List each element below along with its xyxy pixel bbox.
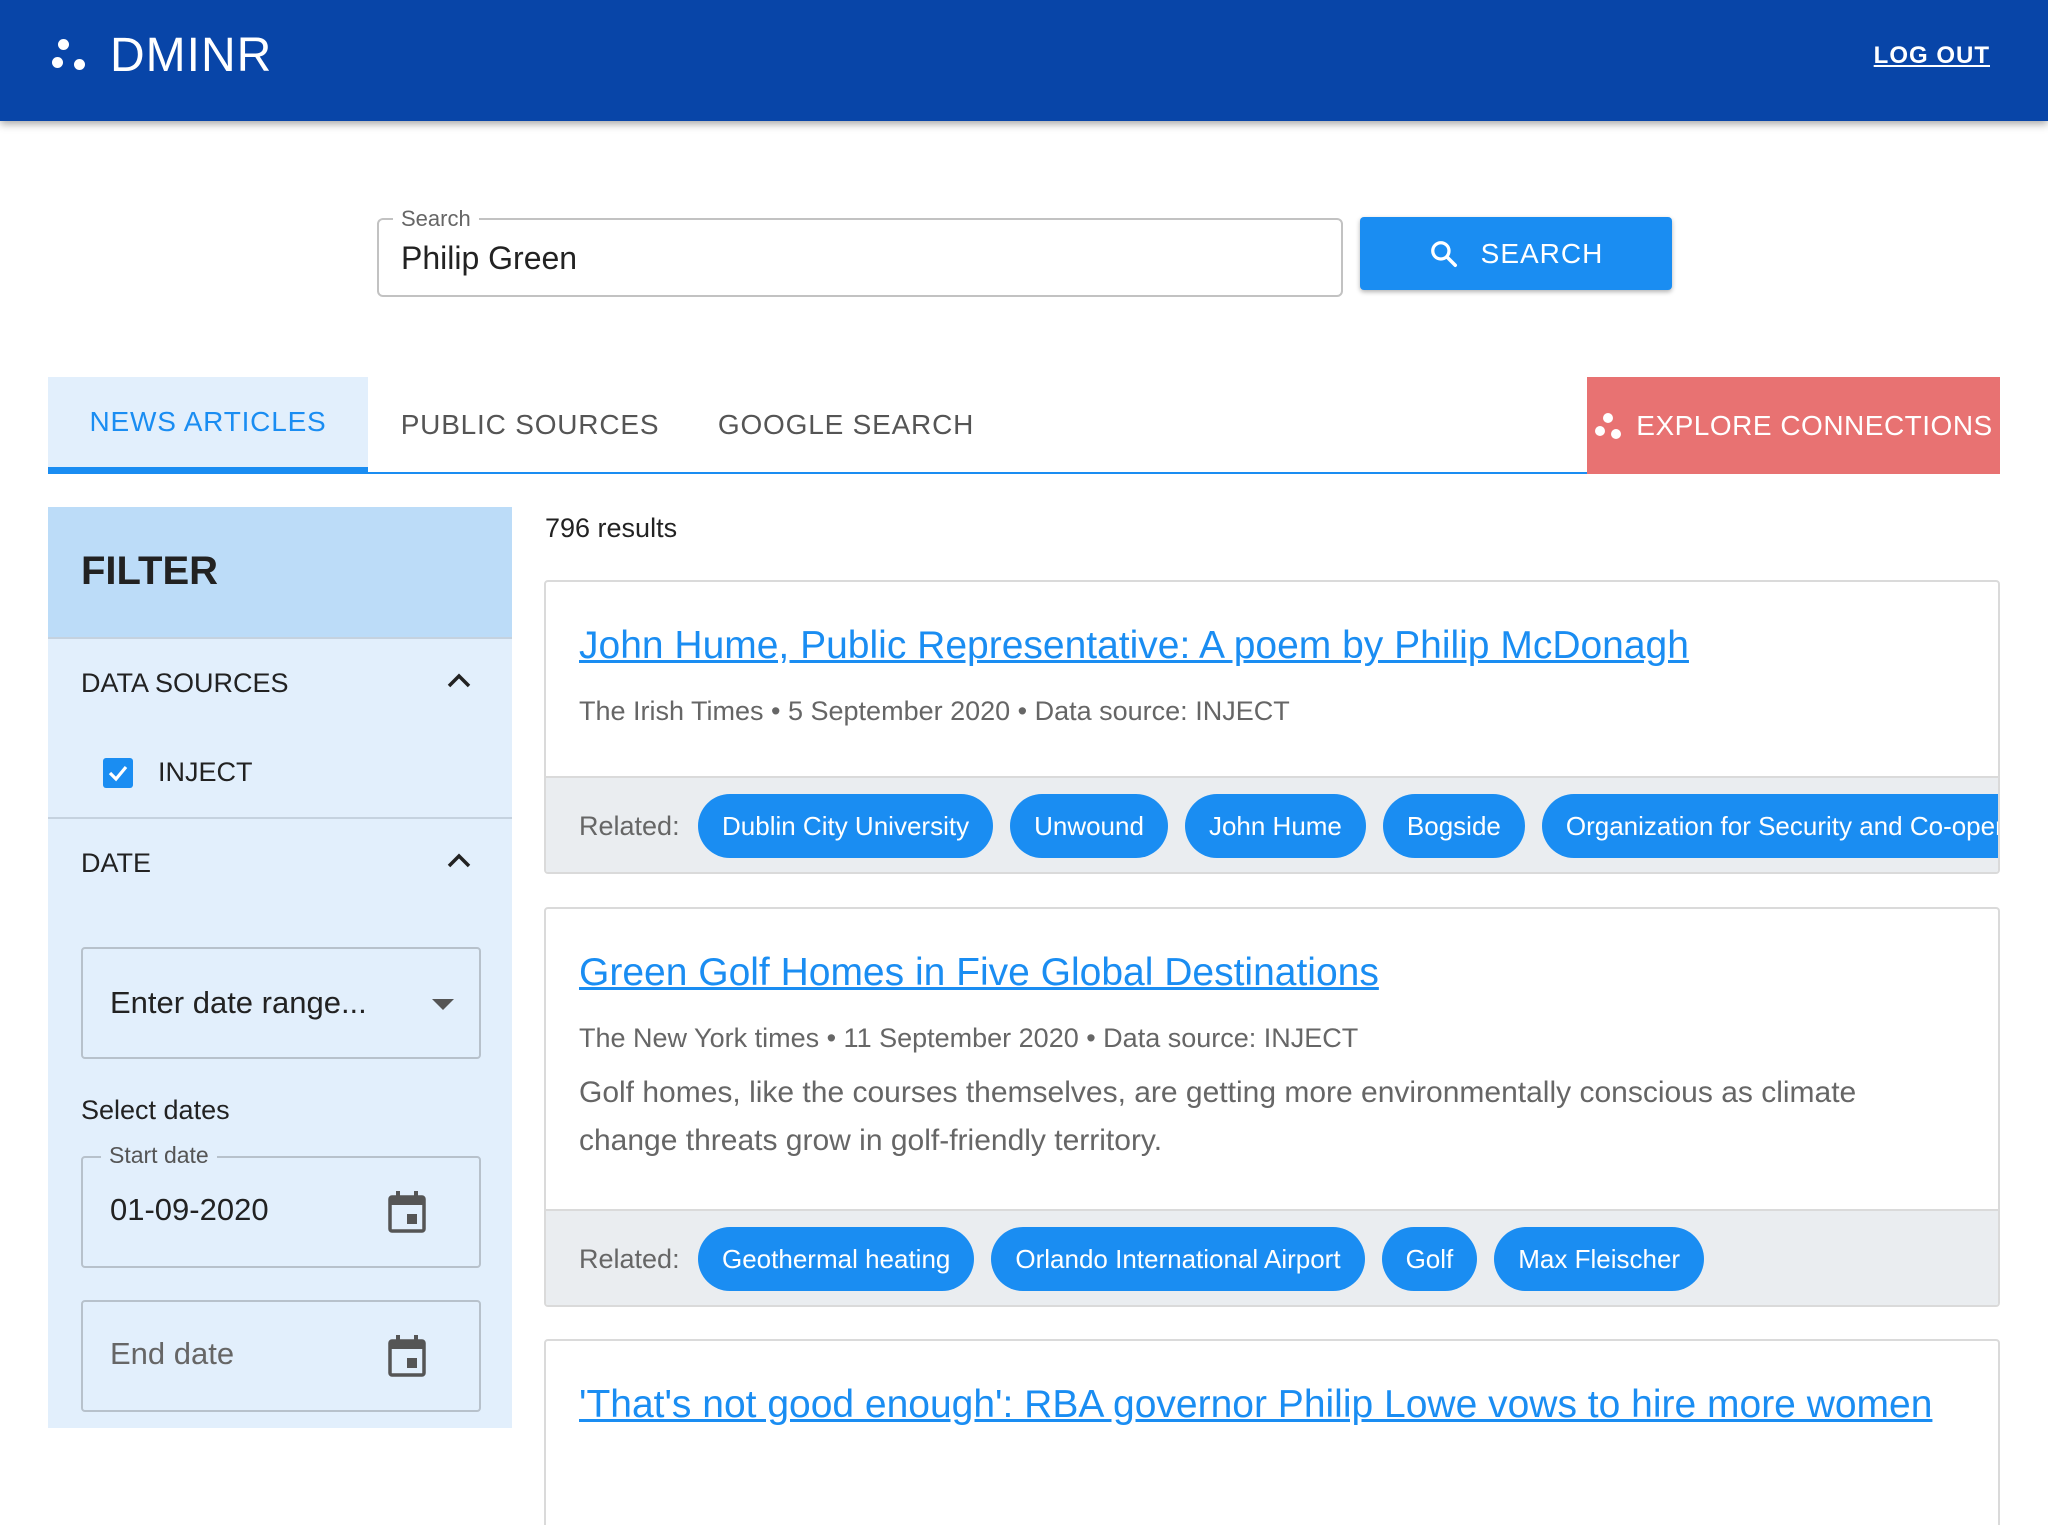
related-bar: Related: Dublin City University Unwound … xyxy=(546,776,1998,872)
result-count: 796 results xyxy=(545,513,678,543)
search-icon xyxy=(1430,240,1457,267)
article-description: Golf homes, like the courses themselves,… xyxy=(579,1076,1857,1157)
start-date-legend: Start date xyxy=(101,1142,217,1169)
data-sources-label: DATA SOURCES xyxy=(81,667,289,698)
app-header: DMINR LOG OUT xyxy=(0,0,2048,121)
end-date-field[interactable]: End date xyxy=(81,1300,481,1412)
calendar-icon[interactable] xyxy=(387,1334,427,1378)
related-chip[interactable]: Max Fleischer xyxy=(1494,1227,1705,1291)
filter-panel: FILTER DATA SOURCES INJECT DATE Enter da… xyxy=(48,507,512,1428)
article-title-link[interactable]: John Hume, Public Representative: A poem… xyxy=(579,614,1689,678)
search-button-label: SEARCH xyxy=(1480,237,1604,269)
article-card: John Hume, Public Representative: A poem… xyxy=(544,580,2000,874)
related-chips: Dublin City University Unwound John Hume… xyxy=(698,794,1998,858)
source-tabs: NEWS ARTICLES PUBLIC SOURCES GOOGLE SEAR… xyxy=(48,377,2000,474)
related-chip[interactable]: Bogside xyxy=(1382,794,1525,858)
article-card: Green Golf Homes in Five Global Destinat… xyxy=(544,907,2000,1307)
dots-logo-icon xyxy=(1594,411,1622,441)
filter-title: FILTER xyxy=(48,507,512,637)
start-date-value: 01-09-2020 xyxy=(110,1192,269,1227)
check-icon xyxy=(108,765,128,781)
related-chip[interactable]: Orlando International Airport xyxy=(991,1227,1365,1291)
article-card: 'That's not good enough': RBA governor P… xyxy=(544,1339,2000,1525)
explore-connections-button[interactable]: EXPLORE CONNECTIONS xyxy=(1587,377,2000,474)
article-title-link[interactable]: Green Golf Homes in Five Global Destinat… xyxy=(579,941,1379,1005)
explore-connections-label: EXPLORE CONNECTIONS xyxy=(1636,409,1993,441)
caret-down-icon xyxy=(432,999,454,1010)
end-date-placeholder: End date xyxy=(110,1336,235,1371)
article-title-link[interactable]: 'That's not good enough': RBA governor P… xyxy=(579,1373,1939,1437)
inject-checkbox[interactable] xyxy=(103,757,133,788)
chevron-up-icon xyxy=(447,853,471,868)
calendar-icon[interactable] xyxy=(387,1190,427,1234)
start-date-field[interactable]: Start date 01-09-2020 xyxy=(81,1142,481,1268)
select-dates-label: Select dates xyxy=(81,1095,230,1125)
related-label: Related: xyxy=(579,811,680,841)
date-section-toggle[interactable]: DATE xyxy=(48,817,512,907)
date-label: DATE xyxy=(81,847,152,878)
article-meta: The New York times • 11 September 2020 •… xyxy=(579,1023,1359,1053)
brand[interactable]: DMINR xyxy=(52,28,272,83)
related-chip[interactable]: Organization for Security and Co-operati… xyxy=(1541,794,1998,858)
app-title: DMINR xyxy=(110,29,273,82)
related-bar: Related: Geothermal heating Orlando Inte… xyxy=(546,1209,1998,1305)
data-sources-section-toggle[interactable]: DATA SOURCES xyxy=(48,637,512,727)
search-legend: Search xyxy=(393,206,479,232)
related-chip[interactable]: Geothermal heating xyxy=(698,1227,975,1291)
inject-label: INJECT xyxy=(158,757,253,787)
related-chips: Geothermal heating Orlando International… xyxy=(698,1227,1721,1291)
date-range-placeholder: Enter date range... xyxy=(110,985,367,1020)
chevron-up-icon xyxy=(447,673,471,688)
tab-public-sources[interactable]: PUBLIC SOURCES xyxy=(380,377,680,472)
related-chip[interactable]: Golf xyxy=(1381,1227,1478,1291)
related-chip[interactable]: John Hume xyxy=(1184,794,1366,858)
tab-news-articles[interactable]: NEWS ARTICLES xyxy=(48,377,368,472)
related-label: Related: xyxy=(579,1244,680,1274)
search-field: Search xyxy=(377,206,1343,297)
dots-logo-icon xyxy=(52,36,92,76)
date-range-select[interactable]: Enter date range... xyxy=(81,947,481,1059)
related-chip[interactable]: Unwound xyxy=(1010,794,1168,858)
inject-checkbox-row: INJECT xyxy=(103,757,253,788)
search-input[interactable] xyxy=(401,236,1301,280)
article-meta: The Irish Times • 5 September 2020 • Dat… xyxy=(579,696,1290,726)
tab-google-search[interactable]: GOOGLE SEARCH xyxy=(696,377,996,472)
logout-link[interactable]: LOG OUT xyxy=(1874,42,1990,70)
related-chip[interactable]: Dublin City University xyxy=(698,794,994,858)
search-button[interactable]: SEARCH xyxy=(1360,217,1672,290)
